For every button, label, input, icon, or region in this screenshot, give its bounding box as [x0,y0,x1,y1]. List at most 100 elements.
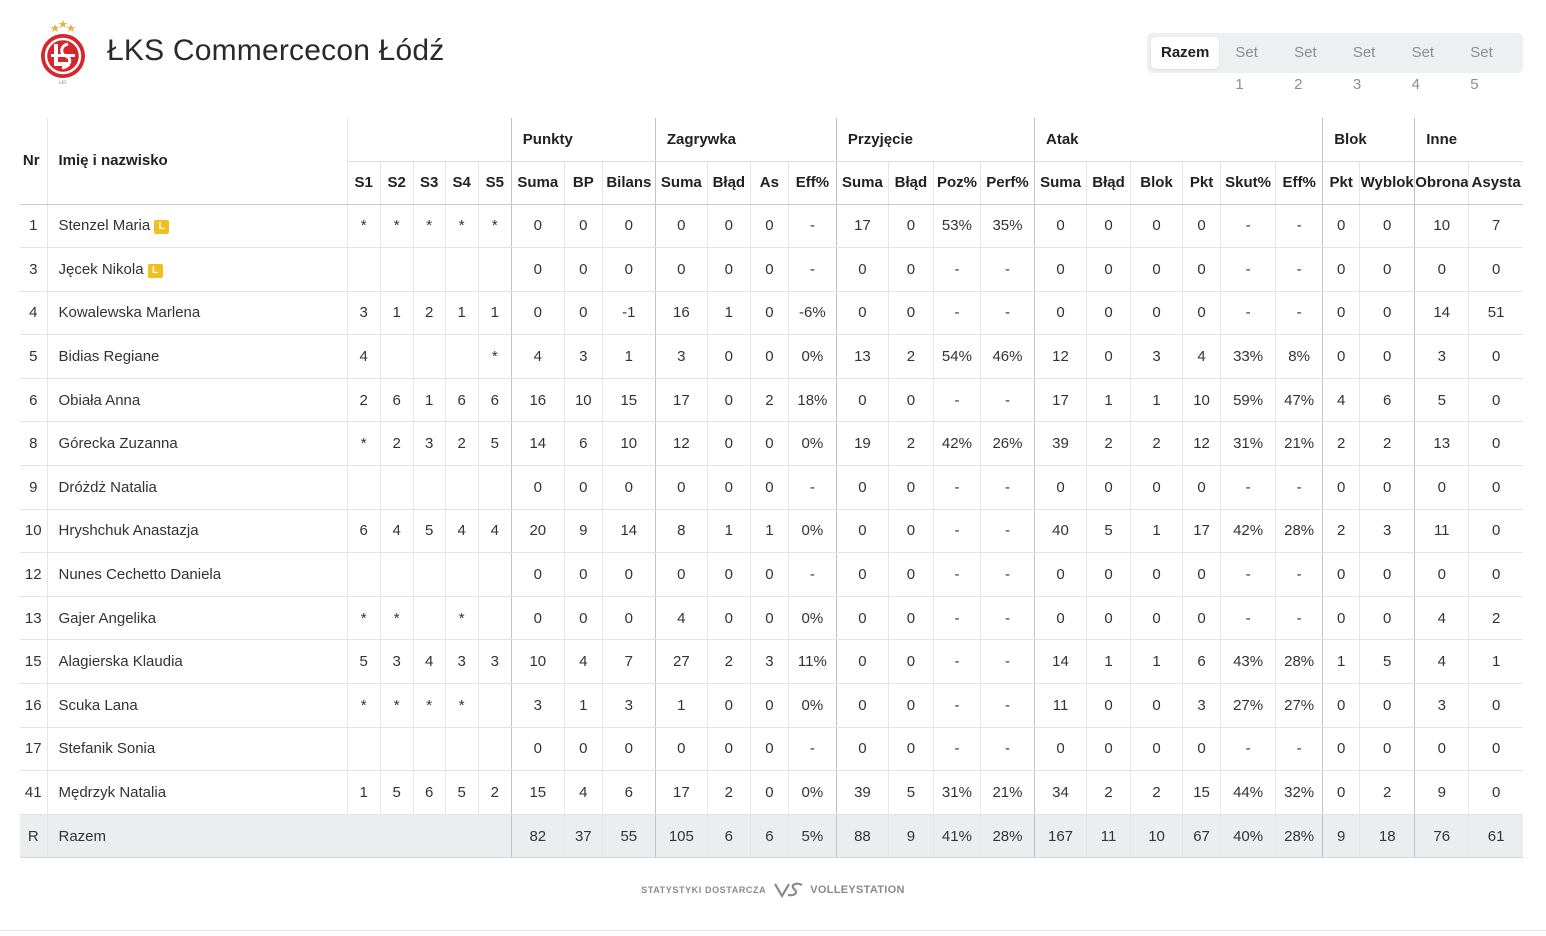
cell-punkty-suma: 0 [510,727,565,772]
player-name[interactable]: Stefanik Sonia [46,727,348,772]
table-row[interactable]: 8 Górecka Zuzanna * 2 3 2 5 14 6 10 12 0 0 0% 19 2 42% 26… [20,421,1523,467]
player-name[interactable]: Górecka Zuzanna [46,421,348,467]
player-name[interactable]: Gajer Angelika [46,596,348,641]
player-name[interactable]: Jęcek Nikola L [46,247,348,292]
cell-s5 [477,596,512,641]
tab-set-3[interactable]: Set 3 [1343,37,1396,93]
tab-set-4[interactable]: Set 4 [1402,37,1455,93]
cell-s2: 1 [379,291,414,336]
cell-s2: 6 [379,378,414,423]
cell-atak-blad: 0 [1086,291,1131,336]
table-row[interactable]: 15 Alagierska Klaudia 5 3 4 3 3 10 4 7 27 2 3 11% 0 0- -… [20,639,1523,685]
libero-badge: L [154,220,170,235]
cell-atak-blad: 0 [1086,465,1131,510]
col-s3: S3 [412,161,446,205]
cell-s5: 6 [477,378,512,423]
cell-atak-suma: 12 [1034,334,1087,379]
cell-inne-obrona: 0 [1414,465,1469,510]
player-name[interactable]: Nunes Cechetto Daniela [46,552,348,597]
cell-blok-pkt: 0 [1322,552,1360,597]
cell-s5 [477,247,512,292]
cell-atak-eff: 8% [1275,334,1323,379]
cell-zagrywka-eff: 0% [787,770,837,815]
cell-przyjecie-perf: - [979,596,1035,641]
player-name[interactable]: Alagierska Klaudia [46,639,348,685]
col-atak-pkt: Pkt [1182,161,1221,205]
tab-razem[interactable]: Razem [1151,37,1220,69]
tab-set-1[interactable]: Set 1 [1225,37,1278,93]
cell-przyjecie-perf: - [979,727,1035,772]
cell-s1: 5 [346,639,381,685]
table-row[interactable]: 12 Nunes Cechetto Daniela 0 0 0 0 0 0-0 0- -0 0 0 0-… [20,552,1523,597]
table-row[interactable]: 6 Obiała Anna 2 6 1 6 6 16 10 15 17 0 2 18% 0 0- -17 1 1 10… [20,378,1523,423]
table-row[interactable]: 13 Gajer Angelika * * * 0 0 0 4 0 0 0% 0 0- -0 0 0 0- -0 0 4… [20,596,1523,641]
cell-inne-obrona: 3 [1414,334,1469,379]
tab-set-5[interactable]: Set 5 [1460,37,1513,93]
cell-inne-asysta: 7 [1468,204,1523,249]
cell-przyjecie-blad: 0 [887,378,934,423]
player-name[interactable]: Stenzel Maria L [46,204,348,249]
cell-zagrywka-as: 1 [749,509,789,554]
cell-inne-asysta: 2 [1468,596,1523,641]
cell-zagrywka-eff: -6% [787,291,837,336]
player-name[interactable]: Hryshchuk Anastazja [46,509,348,554]
cell-atak-blad: 5 [1086,509,1131,554]
player-name[interactable]: Mędrzyk Natalia [46,770,348,815]
cell-punkty-bilans: 10 [601,421,656,467]
cell-s5: 4 [477,509,512,554]
cell-atak-skut: 27% [1220,683,1276,728]
cell-atak-pkt: 0 [1182,247,1221,292]
cell-atak-skut: - [1220,596,1276,641]
player-name[interactable]: Dróżdż Natalia [46,465,348,510]
cell-blok-wyblok: 0 [1359,552,1415,597]
group-punkty: Punkty [510,118,656,162]
cell-przyjecie-suma: 0 [835,291,889,336]
table-row[interactable]: 1 Stenzel Maria L * * * * * 0 0 0 0 0 0-17 0 53% 35% 0 0 0 0… [20,204,1523,249]
cell-punkty-bp: 10 [563,378,603,423]
cell-s4 [444,247,479,292]
table-row[interactable]: 5 Bidias Regiane 4 * 4 3 1 3 0 0 0% 13 2 54% 46% 12 0 3 4 3… [20,334,1523,379]
tab-set-2[interactable]: Set 2 [1284,37,1337,93]
player-number: 10 [20,509,47,554]
col-przyjecie-suma: Suma [835,161,889,205]
cell-s4: 6 [444,378,479,423]
cell-punkty-suma: 0 [510,552,565,597]
col-s1: S1 [346,161,381,205]
table-row[interactable]: 9 Dróżdż Natalia 0 0 0 0 0 0-0 0- -0 0 0 0- -0 0 0 0 [20,465,1523,510]
cell-przyjecie-blad: 2 [887,421,934,467]
table-row[interactable]: 3 Jęcek Nikola L 0 0 0 0 0 0-0 0- -0 0 0 0- -0 0 0 0 [20,247,1523,292]
cell-przyjecie-perf: - [979,683,1035,728]
table-row[interactable]: 10 Hryshchuk Anastazja 6 4 5 4 4 20 9 14 8 1 1 0% 0 0- -… [20,509,1523,554]
player-name[interactable]: Obiała Anna [46,378,348,423]
cell-atak-suma: 0 [1034,204,1087,249]
cell-przyjecie-perf: - [979,378,1035,423]
svg-text:ŁKS: ŁKS [58,80,67,85]
table-row[interactable]: 41 Mędrzyk Natalia 1 5 6 5 2 15 4 6 17 2 0 0% 39 5 31% 21… [20,770,1523,815]
cell-zagrywka-as: 0 [749,596,789,641]
group-sets [346,118,512,162]
cell-przyjecie-suma: 0 [835,509,889,554]
cell-zagrywka-blad: 0 [706,683,751,728]
cell-zagrywka-blad: 0 [706,204,751,249]
total-zagrywka-blad: 6 [706,814,751,859]
col-przyjecie-blad: Błąd [887,161,934,205]
table-row[interactable]: 17 Stefanik Sonia 0 0 0 0 0 0-0 0- -0 0 0 0- -0 0 0 0 [20,727,1523,772]
table-row[interactable]: 16 Scuka Lana * * * * 3 1 3 1 0 0 0% 0 0- -11 0 0 3 27% 27% 0… [20,683,1523,728]
cell-s5 [477,683,512,728]
player-name[interactable]: Scuka Lana [46,683,348,728]
cell-inne-obrona: 0 [1414,552,1469,597]
cell-atak-skut: - [1220,552,1276,597]
cell-s2 [379,727,414,772]
cell-przyjecie-poz: - [932,247,981,292]
cell-s1: 6 [346,509,381,554]
cell-blok-pkt: 0 [1322,727,1360,772]
volleystation-brand[interactable]: VOLLEYSTATION [810,884,905,896]
cell-punkty-bp: 4 [563,639,603,685]
set-tabs: Razem Set 1 Set 2 Set 3 Set 4 Set 5 [1147,33,1523,93]
player-name[interactable]: Bidias Regiane [46,334,348,379]
table-row[interactable]: 4 Kowalewska Marlena 3 1 2 1 1 0 0 -1 16 1 0 -6% 0 0- -0… [20,291,1523,336]
cell-atak-blok: 0 [1130,247,1183,292]
player-name-text: Nunes Cechetto Daniela [58,566,222,584]
cell-atak-blok: 0 [1130,727,1183,772]
player-name[interactable]: Kowalewska Marlena [46,291,348,336]
